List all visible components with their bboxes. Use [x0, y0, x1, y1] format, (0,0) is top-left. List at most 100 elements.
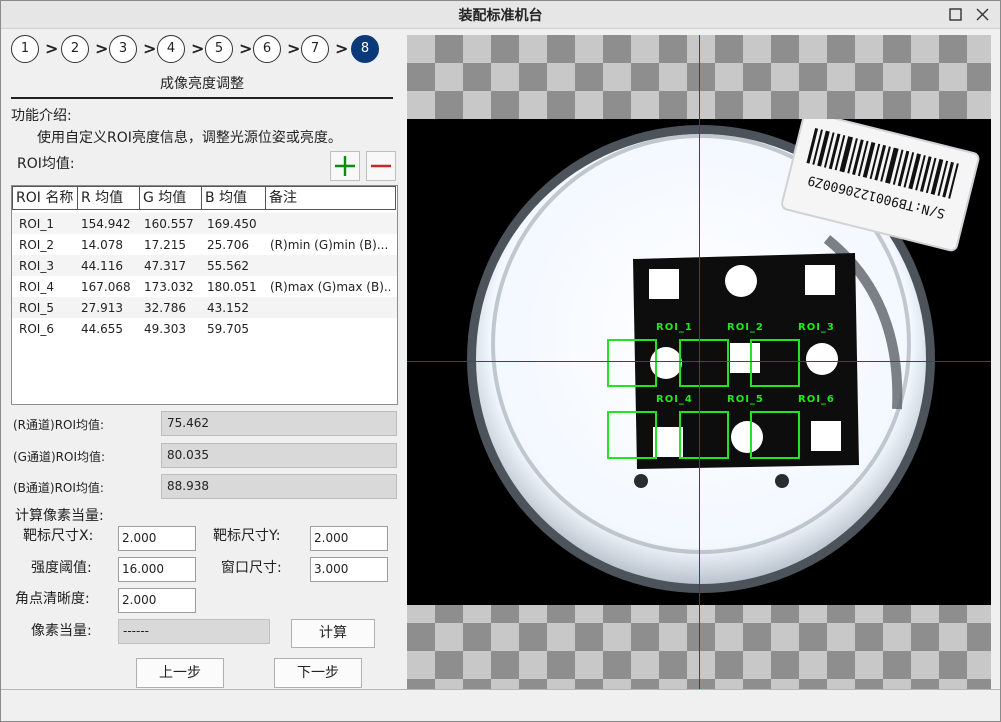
cell-b: 43.152	[207, 301, 249, 315]
cell-g: 32.786	[144, 301, 186, 315]
window-size-label: 窗口尺寸:	[221, 560, 282, 576]
camera-image-viewer[interactable]: S/N:TB9001220600Z9 ROI_1 ROI_2 ROI_3 ROI…	[407, 35, 991, 689]
step-6[interactable]: 6	[253, 35, 281, 63]
table-row[interactable]: ROI_4 167.068 173.032 180.051 (R)max (G)…	[12, 276, 397, 297]
chevron-right-icon: >	[287, 39, 301, 58]
chevron-right-icon: >	[45, 39, 59, 58]
column-g-mean[interactable]: G 均值	[140, 186, 202, 210]
calc-heading: 计算像素当量:	[15, 508, 104, 524]
cell-r: 27.913	[81, 301, 123, 315]
step-5[interactable]: 5	[205, 35, 233, 63]
column-notes[interactable]: 备注	[266, 186, 396, 210]
cell-b: 55.562	[207, 259, 249, 273]
roi-label-2: ROI_2	[727, 322, 764, 333]
cell-g: 49.303	[144, 322, 186, 336]
roi-label-6: ROI_6	[798, 394, 835, 405]
left-panel: 1 > 2 > 3 > 4 > 5 > 6 > 7 > 8 成像亮度调整 功能介…	[1, 29, 407, 689]
g-channel-value: 80.035	[161, 443, 397, 468]
cell-r: 154.942	[81, 217, 131, 231]
status-divider	[1, 689, 1000, 690]
next-step-button[interactable]: 下一步	[274, 658, 362, 688]
r-channel-value: 75.462	[161, 411, 397, 436]
target-y-input[interactable]: 2.000	[310, 526, 388, 551]
table-row[interactable]: ROI_1 154.942 160.557 169.450	[12, 213, 397, 234]
column-roi-name[interactable]: ROI 名称	[12, 186, 78, 210]
roi-box-3[interactable]	[750, 339, 800, 387]
step-2[interactable]: 2	[61, 35, 89, 63]
table-row[interactable]: ROI_5 27.913 32.786 43.152	[12, 297, 397, 318]
cell-r: 167.068	[81, 280, 131, 294]
previous-step-button[interactable]: 上一步	[136, 658, 224, 688]
cell-b: 180.051	[207, 280, 257, 294]
chevron-right-icon: >	[239, 39, 253, 58]
add-roi-button[interactable]	[330, 151, 360, 181]
window-size-input[interactable]: 3.000	[310, 557, 388, 582]
cell-r: 44.655	[81, 322, 123, 336]
cell-name: ROI_4	[19, 280, 54, 294]
cell-note: (R)min (G)min (B)...	[270, 238, 389, 252]
r-channel-label: (R通道)ROI均值:	[13, 418, 105, 432]
chevron-right-icon: >	[191, 39, 205, 58]
window-title: 装配标准机台	[458, 8, 543, 24]
target-y-label: 靶标尺寸Y:	[213, 528, 281, 544]
roi-box-1[interactable]	[607, 339, 657, 387]
step-3[interactable]: 3	[109, 35, 137, 63]
section-divider	[11, 97, 393, 99]
roi-box-5[interactable]	[679, 411, 729, 459]
roi-box-6[interactable]	[750, 411, 800, 459]
cell-b: 169.450	[207, 217, 257, 231]
chevron-right-icon: >	[335, 39, 349, 58]
column-r-mean[interactable]: R 均值	[78, 186, 140, 210]
cell-name: ROI_6	[19, 322, 54, 336]
remove-roi-button[interactable]	[366, 151, 396, 181]
roi-label-3: ROI_3	[798, 322, 835, 333]
b-channel-value: 88.938	[161, 474, 397, 499]
threshold-label: 强度阈值:	[31, 560, 92, 576]
table-row[interactable]: ROI_6 44.655 49.303 59.705	[12, 318, 397, 339]
b-channel-label: (B通道)ROI均值:	[13, 481, 104, 495]
close-icon[interactable]	[974, 6, 991, 23]
title-bar: 装配标准机台	[1, 1, 1000, 29]
maximize-icon[interactable]	[947, 6, 964, 23]
cell-g: 47.317	[144, 259, 186, 273]
threshold-input[interactable]: 16.000	[118, 557, 196, 582]
crosshair-vertical	[699, 35, 700, 689]
cell-g: 173.032	[144, 280, 194, 294]
cell-g: 17.215	[144, 238, 186, 252]
step-4[interactable]: 4	[157, 35, 185, 63]
roi-table[interactable]: ROI 名称 R 均值 G 均值 B 均值 备注 ROI_1 154.942 1…	[11, 185, 398, 405]
calculate-button[interactable]: 计算	[291, 619, 375, 648]
roi-box-4[interactable]	[607, 411, 657, 459]
g-channel-label: (G通道)ROI均值:	[13, 450, 106, 464]
step-1[interactable]: 1	[11, 35, 39, 63]
cell-r: 14.078	[81, 238, 123, 252]
sharpness-input[interactable]: 2.000	[118, 588, 196, 613]
cell-r: 44.116	[81, 259, 123, 273]
sharpness-label: 角点清晰度:	[15, 591, 90, 607]
cell-b: 59.705	[207, 322, 249, 336]
step-8-active[interactable]: 8	[351, 35, 379, 63]
minus-icon	[371, 164, 391, 168]
cell-b: 25.706	[207, 238, 249, 252]
table-header: ROI 名称 R 均值 G 均值 B 均值 备注	[12, 186, 397, 210]
intro-text: 使用自定义ROI亮度信息，调整光源位姿或亮度。	[37, 130, 342, 146]
chevron-right-icon: >	[95, 39, 109, 58]
table-row[interactable]: ROI_3 44.116 47.317 55.562	[12, 255, 397, 276]
table-row[interactable]: ROI_2 14.078 17.215 25.706 (R)min (G)min…	[12, 234, 397, 255]
column-b-mean[interactable]: B 均值	[202, 186, 266, 210]
cell-g: 160.557	[144, 217, 194, 231]
pixel-equivalent-label: 像素当量:	[31, 623, 92, 639]
roi-box-2[interactable]	[679, 339, 729, 387]
step-7[interactable]: 7	[301, 35, 329, 63]
intro-heading: 功能介绍:	[11, 108, 72, 124]
target-x-input[interactable]: 2.000	[118, 526, 196, 551]
cell-name: ROI_1	[19, 217, 54, 231]
roi-label-4: ROI_4	[656, 394, 693, 405]
roi-label-1: ROI_1	[656, 322, 693, 333]
cell-note: (R)max (G)max (B)...	[270, 280, 390, 294]
chevron-right-icon: >	[143, 39, 157, 58]
plus-icon	[335, 156, 355, 176]
section-title: 成像亮度调整	[160, 76, 244, 92]
roi-label-5: ROI_5	[727, 394, 764, 405]
cell-name: ROI_2	[19, 238, 54, 252]
